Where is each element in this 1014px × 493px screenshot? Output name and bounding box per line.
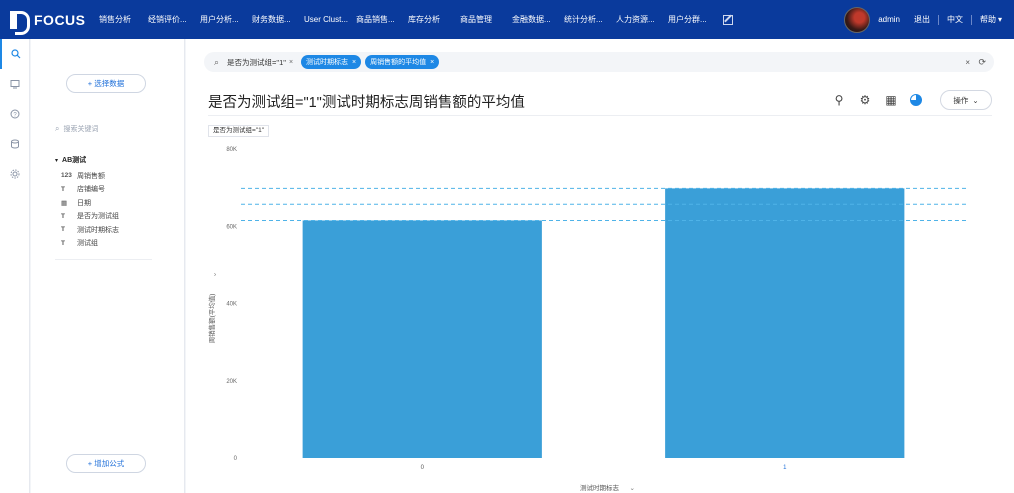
x-axis-title[interactable]: 测试时期标志 <box>580 483 620 492</box>
nav-item-finance-data[interactable]: 财务数据... <box>245 0 297 39</box>
nav-item-user-cluster[interactable]: User Clust... <box>297 0 349 39</box>
search-icon[interactable] <box>0 39 30 69</box>
edit-icon[interactable] <box>723 14 733 25</box>
query-token[interactable]: 测试时期标志 × <box>301 55 362 69</box>
field-label: 测试时期标志 <box>77 226 119 234</box>
logo-text: FOCUS <box>34 11 86 28</box>
query-search-bar[interactable]: ⌕ 是否为测试组="1" × 测试时期标志 × 周销售额的平均值 × × ⟳ <box>204 52 994 72</box>
search-icon: ⌕ <box>55 124 60 133</box>
chevron-right-icon[interactable]: › <box>214 272 217 279</box>
top-navigation-bar: FOCUS 销售分析 经销评价... 用户分析... 财务数据... User … <box>0 0 1014 39</box>
main-nav: 销售分析 经销评价... 用户分析... 财务数据... User Clust.… <box>92 0 733 39</box>
field-label: 店铺编号 <box>77 186 105 194</box>
nav-item-human-resources[interactable]: 人力资源... <box>609 0 661 39</box>
bar[interactable] <box>665 188 905 458</box>
nav-item-inventory-analysis[interactable]: 库存分析 <box>401 0 453 39</box>
nav-item-financial-data[interactable]: 金融数据... <box>505 0 557 39</box>
query-text[interactable]: 是否为测试组="1" <box>227 57 286 68</box>
field-label: 周销售额 <box>77 172 105 180</box>
nav-item-user-segmentation[interactable]: 用户分群... <box>661 0 713 39</box>
icon-rail: ? <box>0 39 30 493</box>
main-content: ⌕ 是否为测试组="1" × 测试时期标志 × 周销售额的平均值 × × ⟳ 是否为… <box>186 39 1014 493</box>
help-link[interactable]: 帮助 <box>980 14 996 25</box>
add-formula-button[interactable]: + 增加公式 <box>66 454 146 473</box>
date-type-icon: ▦ <box>61 199 68 207</box>
logout-link[interactable]: 退出 <box>914 14 930 25</box>
data-panel: + 选择数据 ⌕ 搜索关键词 ▾ AB测试 123 周销售额 T 店铺编号 ▦ 日期 T… <box>31 39 185 493</box>
filter-chip[interactable]: 是否为测试组="1" <box>208 125 270 137</box>
field-tree: ▾ AB测试 123 周销售额 T 店铺编号 ▦ 日期 T 是否为测试组 T 测试时期标志 … <box>55 155 163 250</box>
x-tick-label: 0 <box>421 465 425 471</box>
caret-down-icon: ▾ <box>55 158 59 164</box>
language-switch[interactable]: 中文 <box>947 14 963 25</box>
dashboard-icon[interactable] <box>0 69 30 99</box>
divider <box>55 259 152 260</box>
y-tick-label: 60K <box>226 224 237 230</box>
field-label: 是否为测试组 <box>77 213 119 221</box>
logo[interactable]: FOCUS <box>0 10 92 35</box>
database-icon[interactable] <box>0 129 30 159</box>
close-icon[interactable]: × <box>289 59 293 66</box>
username[interactable]: admin <box>878 15 900 24</box>
field-label: 测试组 <box>77 240 98 248</box>
nav-item-sales-analysis[interactable]: 销售分析 <box>92 0 141 39</box>
chevron-down-icon: ⌄ <box>972 95 979 105</box>
y-tick-label: 40K <box>226 302 237 308</box>
chevron-down-icon[interactable]: ▾ <box>998 15 1002 24</box>
settings-icon[interactable] <box>0 159 30 189</box>
number-type-icon: 123 <box>61 172 72 180</box>
field-item[interactable]: ▦ 日期 <box>55 196 163 210</box>
bar[interactable] <box>302 220 542 458</box>
divider <box>970 14 972 25</box>
logo-icon <box>10 10 30 35</box>
field-item[interactable]: T 店铺编号 <box>55 183 163 197</box>
bar-chart: 0 20K 40K 60K 80K 0 1 测试时期标志 ⌄ 周销售额(平均值) › <box>207 147 966 492</box>
pin-icon[interactable]: ⚲ <box>832 93 846 107</box>
field-search-input[interactable]: ⌕ 搜索关键词 <box>55 122 155 136</box>
chart-toolbar: ⚲ ⚙ ▦ 操作 ⌄ <box>820 90 992 110</box>
help-icon[interactable]: ? <box>0 99 30 129</box>
text-type-icon: T <box>61 212 65 220</box>
nav-item-product-management[interactable]: 商品管理 <box>453 0 505 39</box>
close-icon[interactable]: × <box>352 59 356 66</box>
divider <box>937 14 939 25</box>
text-type-icon: T <box>61 185 65 193</box>
field-item[interactable]: T 测试组 <box>55 237 163 251</box>
query-token[interactable]: 周销售额的平均值 × <box>365 55 440 69</box>
field-item[interactable]: T 测试时期标志 <box>55 223 163 237</box>
y-tick-label: 0 <box>234 456 238 462</box>
user-area: admin 退出 中文 帮助 ▾ <box>844 0 1002 39</box>
avatar[interactable] <box>844 6 871 33</box>
divider <box>208 115 992 116</box>
field-item[interactable]: 123 周销售额 <box>55 169 163 183</box>
gear-icon[interactable]: ⚙ <box>858 93 872 107</box>
text-type-icon: T <box>61 226 65 234</box>
x-tick-label: 1 <box>783 465 787 471</box>
field-item[interactable]: T 是否为测试组 <box>55 210 163 224</box>
operate-button[interactable]: 操作 ⌄ <box>940 90 992 110</box>
y-tick-label: 20K <box>226 379 237 385</box>
pie-chart-icon[interactable] <box>910 94 922 106</box>
text-type-icon: T <box>61 239 65 247</box>
chevron-down-icon[interactable]: ⌄ <box>630 485 635 492</box>
nav-item-user-analysis[interactable]: 用户分析... <box>193 0 245 39</box>
nav-item-product-sales[interactable]: 商品销售... <box>349 0 401 39</box>
nav-item-dealer-evaluation[interactable]: 经销评价... <box>141 0 193 39</box>
table-icon[interactable]: ▦ <box>884 93 898 107</box>
field-label: 日期 <box>77 199 91 207</box>
y-tick-label: 80K <box>226 147 237 153</box>
nav-item-statistical-analysis[interactable]: 统计分析... <box>557 0 609 39</box>
y-axis-title[interactable]: 周销售额(平均值) <box>207 294 216 344</box>
close-icon[interactable]: × <box>430 59 434 66</box>
search-icon: ⌕ <box>214 56 220 67</box>
clear-icon[interactable]: × <box>965 58 970 67</box>
select-data-button[interactable]: + 选择数据 <box>66 74 146 93</box>
refresh-icon[interactable]: ⟳ <box>978 57 986 68</box>
field-search-placeholder: 搜索关键词 <box>63 126 99 133</box>
tree-root[interactable]: ▾ AB测试 <box>55 155 163 165</box>
page-title: 是否为测试组="1"测试时期标志周销售额的平均值 <box>208 95 525 111</box>
